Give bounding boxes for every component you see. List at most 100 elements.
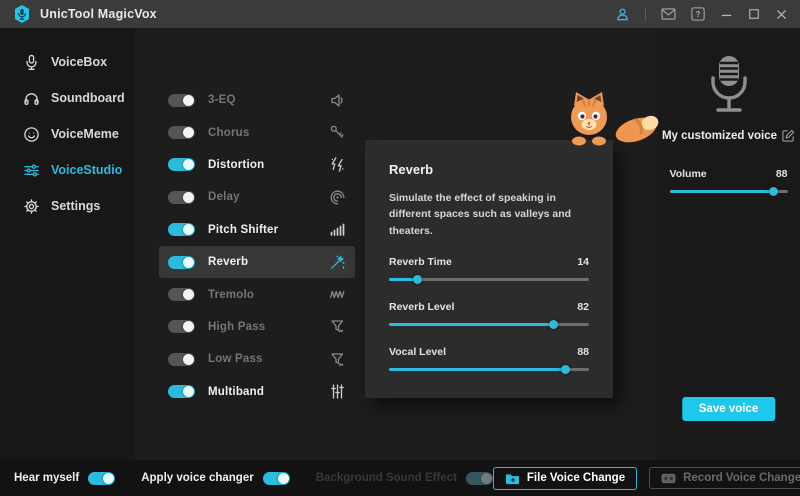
- record-voice-change-label: Record Voice Change: [683, 472, 800, 484]
- toggle-knob: [183, 289, 194, 300]
- save-voice-button[interactable]: Save voice: [682, 397, 775, 421]
- sliders-icon: [22, 162, 40, 179]
- panel-title: Reverb: [389, 162, 589, 177]
- funnel-high-icon: [329, 318, 346, 335]
- sidebar-item-voicememe[interactable]: VoiceMeme: [0, 116, 135, 152]
- effect-toggle[interactable]: [168, 158, 195, 171]
- effect-toggle[interactable]: [168, 288, 195, 301]
- panel-description: Simulate the effect of speaking in diffe…: [389, 190, 589, 239]
- toggle-knob: [183, 95, 194, 106]
- bottom-control-bar: Hear myself Apply voice changer Backgrou…: [0, 460, 800, 496]
- toggle-knob: [183, 127, 194, 138]
- effect-label: Pitch Shifter: [208, 224, 278, 236]
- effect-label: Chorus: [208, 127, 249, 139]
- effect-row[interactable]: Reverb: [159, 246, 355, 278]
- help-icon[interactable]: ?: [691, 7, 705, 21]
- effect-row[interactable]: Tremolo: [159, 278, 355, 310]
- effect-row[interactable]: 3-EQ: [159, 84, 355, 116]
- vertical-faders-icon: [329, 383, 346, 400]
- hear-myself-toggle[interactable]: [88, 472, 115, 485]
- sidebar: VoiceBox Soundboard VoiceMeme VoiceStudi…: [0, 28, 135, 460]
- customized-voice-label: My customized voice: [662, 130, 777, 142]
- sidebar-item-voicestudio[interactable]: VoiceStudio: [0, 152, 135, 188]
- ascending-bars-icon: [329, 221, 346, 238]
- effect-row[interactable]: Distortion: [159, 149, 355, 181]
- slider-knob[interactable]: [549, 320, 558, 329]
- mail-icon[interactable]: [661, 8, 676, 20]
- reverb-time-slider[interactable]: [389, 275, 589, 284]
- account-icon[interactable]: [615, 7, 630, 22]
- slider-knob[interactable]: [561, 365, 570, 374]
- window-controls: ?: [615, 7, 788, 22]
- effect-row[interactable]: Delay: [159, 181, 355, 213]
- volume-label: Volume: [670, 168, 707, 180]
- apply-voice-changer-toggle[interactable]: [263, 472, 290, 485]
- effect-toggle[interactable]: [168, 385, 195, 398]
- smiley-icon: [22, 126, 40, 143]
- toggle-knob: [183, 159, 194, 170]
- effect-row[interactable]: Multiband: [159, 376, 355, 408]
- reverb-time-label: Reverb Time: [389, 256, 452, 268]
- slider-fill: [670, 190, 774, 193]
- effect-label: Tremolo: [208, 289, 254, 301]
- file-voice-change-button[interactable]: File Voice Change: [493, 467, 637, 490]
- effect-toggle[interactable]: [168, 223, 195, 236]
- vocal-level-slider[interactable]: [389, 365, 589, 374]
- headphones-icon: [22, 90, 40, 107]
- apply-voice-changer-label: Apply voice changer: [141, 472, 253, 484]
- reverb-settings-panel: Reverb Simulate the effect of speaking i…: [365, 140, 613, 398]
- sidebar-item-settings[interactable]: Settings: [0, 188, 135, 224]
- recorder-icon: [661, 473, 676, 484]
- magic-wand-icon: [329, 254, 346, 271]
- background-sound-effect-label: Background Sound Effect: [316, 472, 457, 484]
- sidebar-item-label: VoiceMeme: [51, 127, 119, 141]
- svg-text:?: ?: [696, 10, 701, 19]
- effect-row[interactable]: Pitch Shifter: [159, 214, 355, 246]
- folder-icon: [505, 472, 520, 485]
- effect-toggle[interactable]: [168, 353, 195, 366]
- minimize-icon[interactable]: [720, 8, 733, 21]
- effect-row[interactable]: High Pass: [159, 311, 355, 343]
- sidebar-item-voicebox[interactable]: VoiceBox: [0, 44, 135, 80]
- speaker-icon: [329, 92, 346, 109]
- effect-toggle[interactable]: [168, 256, 195, 269]
- volume-slider[interactable]: [670, 187, 788, 196]
- slider-knob[interactable]: [413, 275, 422, 284]
- maximize-icon[interactable]: [748, 8, 760, 20]
- edit-pencil-icon[interactable]: [782, 129, 795, 142]
- effect-toggle[interactable]: [168, 320, 195, 333]
- effect-label: High Pass: [208, 321, 265, 333]
- toggle-knob: [278, 473, 289, 484]
- sidebar-item-label: Settings: [51, 199, 100, 213]
- big-microphone-icon: [703, 54, 755, 121]
- close-icon[interactable]: [775, 8, 788, 21]
- record-voice-change-button[interactable]: Record Voice Change: [649, 467, 800, 489]
- sidebar-item-soundboard[interactable]: Soundboard: [0, 80, 135, 116]
- volume-value: 88: [776, 168, 788, 180]
- effect-toggle[interactable]: [168, 94, 195, 107]
- vocal-level-label: Vocal Level: [389, 346, 446, 358]
- sidebar-item-label: VoiceBox: [51, 55, 107, 69]
- slider-fill: [389, 368, 565, 371]
- vocal-level-value: 88: [577, 346, 589, 358]
- background-sound-effect-toggle[interactable]: [466, 472, 493, 485]
- reverb-level-slider[interactable]: [389, 320, 589, 329]
- effect-row[interactable]: Chorus: [159, 116, 355, 148]
- toggle-knob: [183, 354, 194, 365]
- volume-control: Volume 88: [670, 168, 788, 196]
- effect-row[interactable]: Low Pass: [159, 343, 355, 375]
- microphone-icon: [22, 54, 40, 71]
- reverb-level-group: Reverb Level 82: [389, 301, 589, 329]
- toggle-knob: [481, 473, 492, 484]
- slider-knob[interactable]: [769, 187, 778, 196]
- effect-toggle[interactable]: [168, 126, 195, 139]
- toggle-knob: [183, 192, 194, 203]
- app-window: UnicTool MagicVox ?: [0, 0, 800, 496]
- effect-toggle[interactable]: [168, 191, 195, 204]
- wand-key-icon: [329, 124, 346, 141]
- sidebar-item-label: Soundboard: [51, 91, 125, 105]
- effect-label: 3-EQ: [208, 94, 236, 106]
- hear-myself-group: Hear myself: [14, 472, 115, 485]
- hear-myself-label: Hear myself: [14, 472, 79, 484]
- background-sound-effect-group: Background Sound Effect: [316, 472, 493, 485]
